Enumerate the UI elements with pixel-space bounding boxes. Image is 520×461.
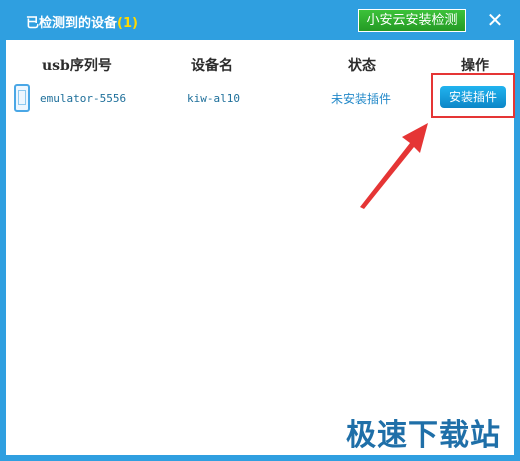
dialog-window: 已检测到的设备(1) 小安云安装检测 ✕ usb序列号 设备名 状态 操作 em… [0, 0, 520, 461]
pointer-arrow-icon [360, 123, 428, 209]
close-icon[interactable]: ✕ [484, 9, 506, 31]
watermark-logo: 极速下载站 [346, 418, 501, 453]
phone-icon [14, 84, 30, 112]
highlight-box [431, 73, 515, 118]
header-action: 操作 [461, 58, 489, 74]
header-usb-serial: usb序列号 [42, 58, 112, 74]
row-device-name: kiw-al10 [187, 92, 240, 105]
xiaoanyun-install-check-button[interactable]: 小安云安装检测 [358, 9, 466, 32]
title-bar: 已检测到的设备(1) 小安云安装检测 ✕ [0, 0, 520, 40]
dialog-title: 已检测到的设备(1) [26, 12, 138, 31]
header-status: 状态 [348, 58, 376, 74]
row-serial: emulator-5556 [40, 92, 127, 105]
device-count: (1) [117, 16, 138, 31]
device-list-panel: usb序列号 设备名 状态 操作 emulator-5556 kiw-al10 … [6, 40, 515, 455]
header-device-name: 设备名 [191, 58, 233, 74]
dialog-title-text: 已检测到的设备 [26, 16, 118, 31]
